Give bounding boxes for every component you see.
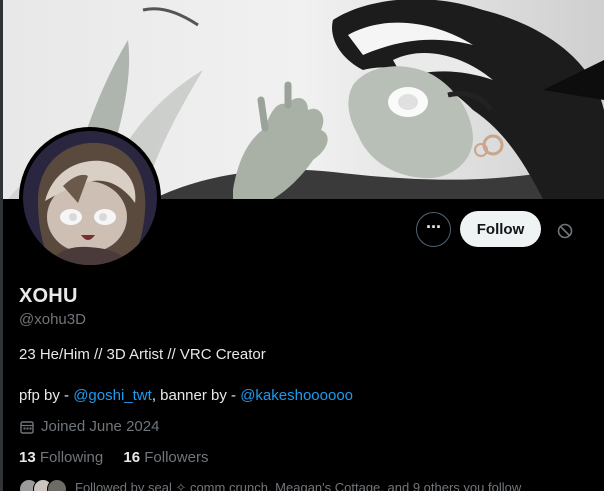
bio-pfp-prefix: pfp by - xyxy=(19,387,74,404)
bio-line: 23 He/Him // 3D Artist // VRC Creator xyxy=(19,346,266,363)
avatar[interactable] xyxy=(19,127,161,269)
followers-link[interactable]: 16 Followers xyxy=(123,449,208,466)
join-date-text: Joined June 2024 xyxy=(41,418,160,435)
followed-by-row[interactable]: Followed by seal ✧ comm crunch, Meagan's… xyxy=(19,479,521,491)
follow-stats: 13 Following 16 Followers xyxy=(19,449,224,466)
following-link[interactable]: 13 Following xyxy=(19,449,103,466)
display-name: XOHU xyxy=(19,285,78,307)
pfp-artist-link[interactable]: @goshi_twt xyxy=(73,387,152,404)
calendar-icon xyxy=(20,420,34,434)
more-dots-icon: ··· xyxy=(426,216,442,237)
profile-page: ··· Follow XOHU @xohu3D 23 He/Him // 3D … xyxy=(0,0,604,491)
bio-credits: pfp by - @goshi_twt, banner by - @kakesh… xyxy=(19,387,353,404)
banner-artist-link[interactable]: @kakeshoooooo xyxy=(240,387,353,404)
followers-label: Followers xyxy=(144,449,209,466)
mutual-avatar xyxy=(47,479,67,491)
avatar-image xyxy=(23,131,157,265)
following-label: Following xyxy=(39,449,104,466)
follow-button[interactable]: Follow xyxy=(460,211,541,247)
block-icon[interactable] xyxy=(557,223,573,239)
followed-by-text: Followed by seal ✧ comm crunch, Meagan's… xyxy=(75,480,522,491)
following-count: 13 xyxy=(19,449,36,466)
more-options-button[interactable]: ··· xyxy=(416,212,451,247)
user-handle: @xohu3D xyxy=(19,311,86,328)
followers-count: 16 xyxy=(123,449,141,466)
bio-banner-prefix: , banner by - xyxy=(151,387,241,404)
column-divider xyxy=(0,0,3,491)
join-date: Joined June 2024 xyxy=(19,418,159,435)
